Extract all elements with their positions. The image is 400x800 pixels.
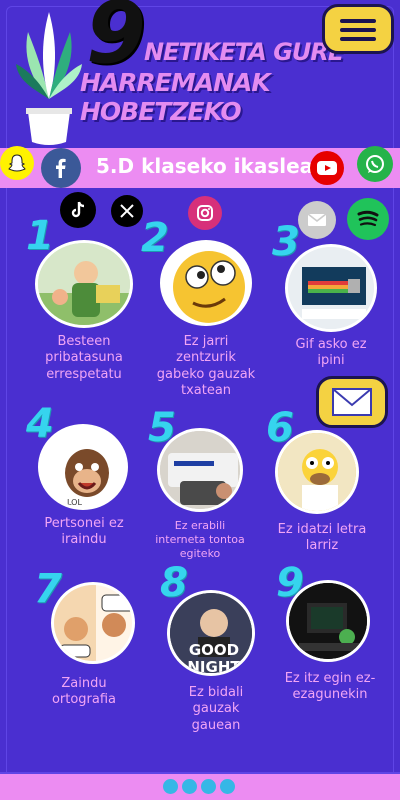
item-caption-3: Gif asko ez ipini [275,337,387,370]
caption-line: gauzak [192,701,240,717]
privacy-image [35,240,133,328]
caption-line: ortografia [51,692,117,708]
caption-line: gauean [191,717,241,733]
caption-line: zentzurik [176,350,236,366]
caption-line: Zaindu [61,676,107,691]
spotify-icon[interactable] [347,198,389,240]
item-number-3: 3 [272,219,300,265]
caption-line: pribatasuna [45,350,123,366]
caption-line: egiteko [179,546,221,560]
internet-image [157,428,243,512]
hamburger-bar [340,37,376,41]
footer-youtube-icon[interactable] [220,779,235,794]
item-number-2: 2 [141,215,169,261]
caption-line: errespetatu [46,366,122,382]
item-caption-5: Ez erabili interneta tontoa egiteko [150,519,250,560]
meme-word: LOL [67,498,82,507]
caption-line: gabeko gauzak [156,366,256,382]
item-caption-4: Pertsonei ez iraindu [30,516,138,549]
footer-twitter-icon[interactable] [182,779,197,794]
item-caption-9: Ez itz egin ez- ezagunekin [274,671,386,704]
caption-line: Ez bidali [188,685,244,700]
item-number-8: 8 [160,560,188,606]
caption-line: Gif asko ez [295,337,367,352]
caption-line: txatean [180,382,232,398]
mail-button[interactable] [316,376,388,428]
youtube-icon[interactable] [310,151,344,185]
item-caption-6: Ez idatzi letra larriz [266,522,378,555]
tiktok-icon[interactable] [60,192,96,228]
title-line-2: HARREMANAK HOBETZEKO [80,68,271,126]
caption-line: iraindu [61,532,107,548]
plant-logo [16,12,82,145]
menu-button[interactable] [322,4,394,54]
spelling-image [51,582,135,664]
instagram-icon[interactable] [188,196,222,230]
hamburger-bar [340,28,376,32]
item-caption-2: Ez jarri zentzurik gabeko gauzak txatean [144,334,268,399]
item-caption-8: Ez bidali gauzak gauean [170,685,262,734]
caption-line: ipini [317,353,345,369]
caption-line: Ez idatzi letra [277,522,367,537]
item-caption-7: Zaindu ortografia [34,676,134,709]
item-caption-1: Besteen pribatasuna errespetatu [20,334,148,383]
caption-line: Besteen [57,334,111,349]
email-icon[interactable] [298,201,336,239]
caption-line: Pertsonei ez [44,516,124,531]
x-icon[interactable] [111,195,143,227]
emoji-image [160,240,252,326]
caption-line: Ez jarri [183,334,229,349]
caption-line: ezagunekin [292,687,368,703]
banner-text: 5.D klaseko ikasleak [96,154,327,178]
homer-image [275,430,359,514]
item-number-1: 1 [26,213,54,259]
caption-line: Ez erabili [174,519,226,532]
footer-divider [0,772,400,774]
whatsapp-icon[interactable] [357,146,393,182]
caption-line: larriz [305,538,339,554]
footer-bar [0,772,400,800]
hamburger-bar [340,19,376,23]
insult-image: LOL [38,424,128,510]
gif-image [285,244,377,332]
stranger-image [286,580,370,662]
image-text-good: GOOD [189,641,239,659]
snapchat-icon[interactable] [0,146,34,180]
caption-line: Ez itz egin ez- [284,671,376,686]
facebook-icon[interactable] [41,148,81,188]
footer-facebook-icon[interactable] [163,779,178,794]
footer-instagram-icon[interactable] [201,779,216,794]
good-night-image: GOOD NIGHT [167,590,255,676]
caption-line: interneta tontoa [155,532,245,546]
